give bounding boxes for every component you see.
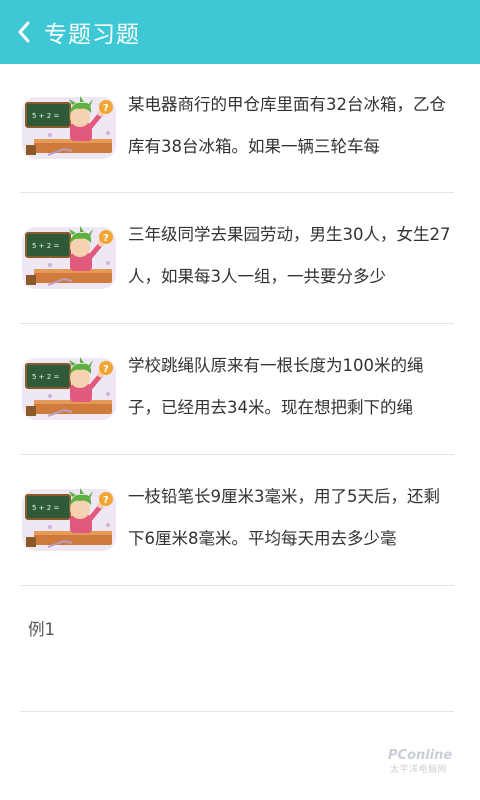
list-item[interactable]: 三年级同学去果园劳动，男生30人，女生27人，如果每3人一组，一共要分多少	[20, 193, 454, 324]
chevron-left-icon	[18, 21, 30, 43]
watermark-brand: PConline	[388, 748, 453, 763]
list-item-example[interactable]: 例1	[20, 586, 454, 712]
list-item[interactable]: 一枝铅笔长9厘米3毫米，用了5天后，还剩下6厘米8毫米。平均每天用去多少毫	[20, 455, 454, 586]
example-label: 例1	[28, 620, 55, 639]
teacher-blackboard-illustration	[20, 223, 118, 293]
teacher-blackboard-illustration	[20, 93, 118, 163]
list-item[interactable]: 学校跳绳队原来有一根长度为100米的绳子，已经用去34米。现在想把剩下的绳	[20, 324, 454, 455]
list-item-text: 某电器商行的甲仓库里面有32台冰箱，乙仓库有38台冰箱。如果一辆三轮车每	[128, 95, 446, 156]
exercise-list: 某电器商行的甲仓库里面有32台冰箱，乙仓库有38台冰箱。如果一辆三轮车每 三年级…	[20, 64, 454, 712]
list-item-text: 一枝铅笔长9厘米3毫米，用了5天后，还剩下6厘米8毫米。平均每天用去多少毫	[128, 487, 440, 548]
list-item-text: 学校跳绳队原来有一根长度为100米的绳子，已经用去34米。现在想把剩下的绳	[128, 356, 424, 417]
watermark-sub: 太平洋电脑网	[390, 765, 448, 775]
app-header: 专题习题	[0, 0, 480, 64]
back-button[interactable]	[4, 0, 44, 64]
teacher-blackboard-illustration	[20, 485, 118, 555]
teacher-blackboard-illustration	[20, 354, 118, 424]
list-item[interactable]: 某电器商行的甲仓库里面有32台冰箱，乙仓库有38台冰箱。如果一辆三轮车每	[20, 64, 454, 193]
page-title: 专题习题	[44, 22, 140, 48]
list-item-text: 三年级同学去果园劳动，男生30人，女生27人，如果每3人一组，一共要分多少	[128, 225, 451, 286]
watermark: PConline 太平洋电脑网	[388, 738, 472, 778]
